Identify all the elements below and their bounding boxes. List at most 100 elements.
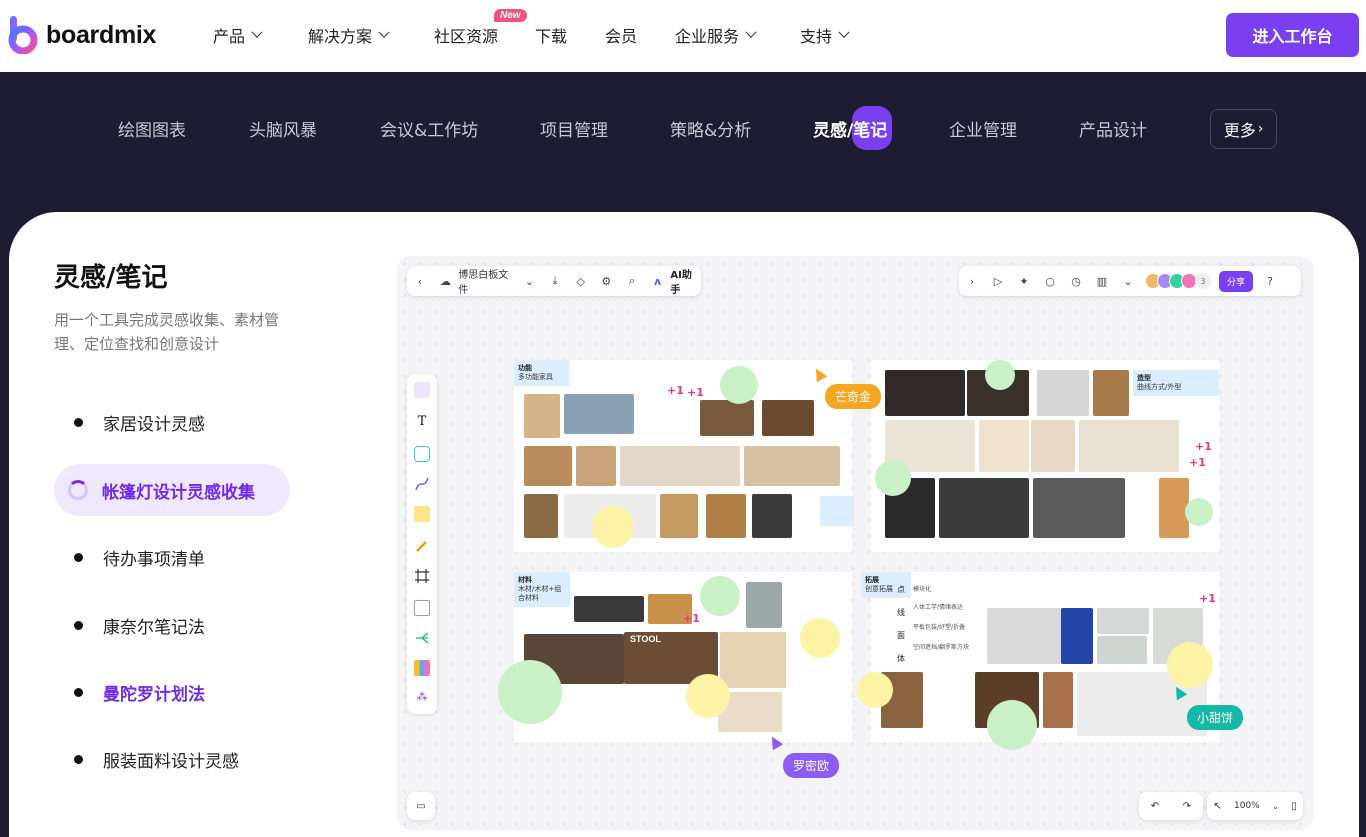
nav-membership-label: 会员 [605, 27, 638, 46]
settings-icon[interactable]: ⚙ [600, 274, 614, 288]
play-icon[interactable]: ▷ [991, 274, 1005, 288]
furniture-photo [1037, 370, 1089, 416]
sticky-note-tool-icon[interactable] [414, 506, 430, 522]
redo-icon[interactable]: ↷ [1183, 801, 1191, 812]
board-top-toolbar: ‹ ☁ 博思白板文件 ⌄ ⤓ ◇ ⚙ ⌕ ᴧ AI助手 [407, 266, 701, 296]
furniture-photo [1031, 420, 1075, 472]
shape-tool-icon[interactable] [414, 446, 430, 462]
collaborator-avatars[interactable]: 3 [1145, 273, 1211, 289]
undo-icon[interactable]: ↶ [1151, 801, 1159, 812]
share-button[interactable]: 分享 [1219, 270, 1254, 292]
nav-download[interactable]: 下载 [535, 23, 567, 47]
tag-icon[interactable]: ◇ [574, 274, 588, 288]
plus-one-reaction: +1 [683, 612, 700, 625]
furniture-photo [746, 582, 782, 628]
nav-membership[interactable]: 会员 [605, 23, 637, 47]
more-chevron-icon[interactable]: ⌄ [1121, 274, 1135, 288]
note-tag [820, 496, 854, 526]
category-tab-enterprise[interactable]: 企业管理 [949, 116, 1017, 141]
category-tab-inspiration[interactable]: 灵感/笔记 [813, 116, 887, 141]
plus-one-reaction: +1 [1189, 456, 1206, 469]
material-frame[interactable]: 材料 木材/木材+组合材料 STOOL [498, 572, 852, 742]
shape-frame[interactable]: 造型 曲线方式/外型 [871, 360, 1219, 552]
sticky-note [1167, 642, 1213, 688]
chevron-down-icon [745, 26, 757, 38]
select-cursor-icon[interactable]: ↖ [1213, 801, 1221, 812]
sticky-note [857, 672, 893, 708]
furniture-photo [574, 596, 644, 622]
flow-step: 线 [897, 608, 905, 617]
help-icon[interactable]: ? [1263, 274, 1277, 288]
template-item[interactable]: 曼陀罗计划法 [54, 666, 290, 718]
nav-products[interactable]: 产品 [213, 23, 263, 47]
bullet-icon [74, 620, 83, 630]
frame-tool-icon[interactable] [414, 568, 430, 584]
book-icon[interactable]: ▯ [1291, 801, 1297, 812]
furniture-photo [1093, 370, 1129, 416]
extend-frame[interactable]: 拓展 创意拓展 点 线 面 体 模块化 人体工学/情绪表达 平板包装/好塑/折叠… [857, 572, 1219, 750]
furniture-photo [1033, 478, 1125, 538]
more-tools-icon[interactable]: ⁂ [414, 690, 430, 706]
template-item[interactable]: 待办事项清单 [54, 531, 290, 583]
timer-icon[interactable]: ◷ [1069, 274, 1083, 288]
flow-diagram: 点 线 面 体 [897, 582, 905, 666]
stool-word: STOOL [630, 634, 661, 644]
brand-logo[interactable]: boardmix [8, 16, 156, 55]
board-collab-toolbar: › ▷ ✦ ○ ◷ ▥ ⌄ 3 分享 ? [959, 266, 1301, 296]
minimap-button[interactable]: ▭ [407, 792, 435, 820]
text-tool-icon[interactable]: T [414, 414, 430, 430]
enter-workspace-button[interactable]: 进入工作台 [1226, 13, 1359, 57]
chevron-right-icon: › [1257, 121, 1264, 137]
category-tab-product-design[interactable]: 产品设计 [1079, 116, 1147, 141]
sticky-note [1185, 498, 1213, 526]
furniture-photo [762, 400, 814, 436]
nav-support[interactable]: 支持 [800, 23, 850, 47]
furniture-photo [1079, 420, 1179, 472]
category-tab-brainstorm[interactable]: 头脑风暴 [249, 116, 317, 141]
nav-solutions[interactable]: 解决方案 [308, 23, 390, 47]
furniture-photo [620, 446, 740, 486]
pen-tool-icon[interactable] [414, 538, 430, 554]
board-file-name[interactable]: 博思白板文件 [458, 266, 516, 296]
whiteboard-preview[interactable]: ‹ ☁ 博思白板文件 ⌄ ⤓ ◇ ⚙ ⌕ ᴧ AI助手 › ▷ ✦ ○ ◷ ▥ … [397, 256, 1314, 830]
template-item[interactable]: 康奈尔笔记法 [54, 599, 290, 651]
chart-tool-icon[interactable] [414, 660, 430, 676]
chevron-down-icon[interactable]: ⌄ [523, 274, 537, 288]
vote-icon[interactable]: ▥ [1095, 274, 1109, 288]
chevron-right-icon[interactable]: › [965, 274, 979, 288]
ai-assistant-label[interactable]: AI助手 [670, 266, 701, 296]
table-tool-icon[interactable] [414, 600, 430, 616]
back-icon[interactable]: ‹ [413, 274, 427, 288]
category-tab-project[interactable]: 项目管理 [540, 116, 608, 141]
furniture-photo [564, 394, 634, 434]
template-item[interactable]: 服装面料设计灵感 [54, 733, 290, 785]
minimap-icon: ▭ [416, 800, 426, 812]
nav-download-label: 下载 [535, 27, 568, 46]
flow-label: 人体工学/情绪表达 [913, 604, 964, 611]
celebrate-icon[interactable]: ✦ [1017, 274, 1031, 288]
template-item[interactable]: 家居设计灵感 [54, 396, 290, 448]
nav-enterprise[interactable]: 企业服务 [675, 23, 757, 47]
download-icon[interactable]: ⤓ [548, 274, 562, 288]
category-tab-strategy[interactable]: 策略&分析 [670, 116, 751, 141]
sticky-note [700, 576, 740, 616]
connector-tool-icon[interactable] [414, 476, 430, 492]
template-tool-icon[interactable] [414, 382, 430, 398]
template-item-label: 家居设计灵感 [103, 414, 205, 435]
category-tab-meetings[interactable]: 会议&工作坊 [380, 116, 478, 141]
chevron-down-icon[interactable]: ⌄ [1272, 802, 1279, 811]
furniture-photo [744, 446, 840, 486]
chevron-down-icon [251, 26, 263, 38]
search-icon[interactable]: ⌕ [625, 274, 639, 288]
template-item-active[interactable]: 帐篷灯设计灵感收集 [54, 464, 290, 516]
zoom-controls: ↖ 100% ⌄ ▯ [1207, 792, 1303, 820]
category-tab-charts[interactable]: 绘图图表 [118, 116, 186, 141]
furniture-photo [1097, 608, 1149, 634]
nav-community[interactable]: 社区资源 [434, 23, 498, 47]
plus-one-reaction: +1 [1195, 440, 1212, 453]
more-categories-button[interactable]: 更多 › [1210, 109, 1277, 149]
bullet-icon [74, 417, 83, 427]
mindmap-tool-icon[interactable] [414, 630, 430, 646]
comment-icon[interactable]: ○ [1043, 274, 1057, 288]
zoom-level[interactable]: 100% [1234, 801, 1260, 811]
